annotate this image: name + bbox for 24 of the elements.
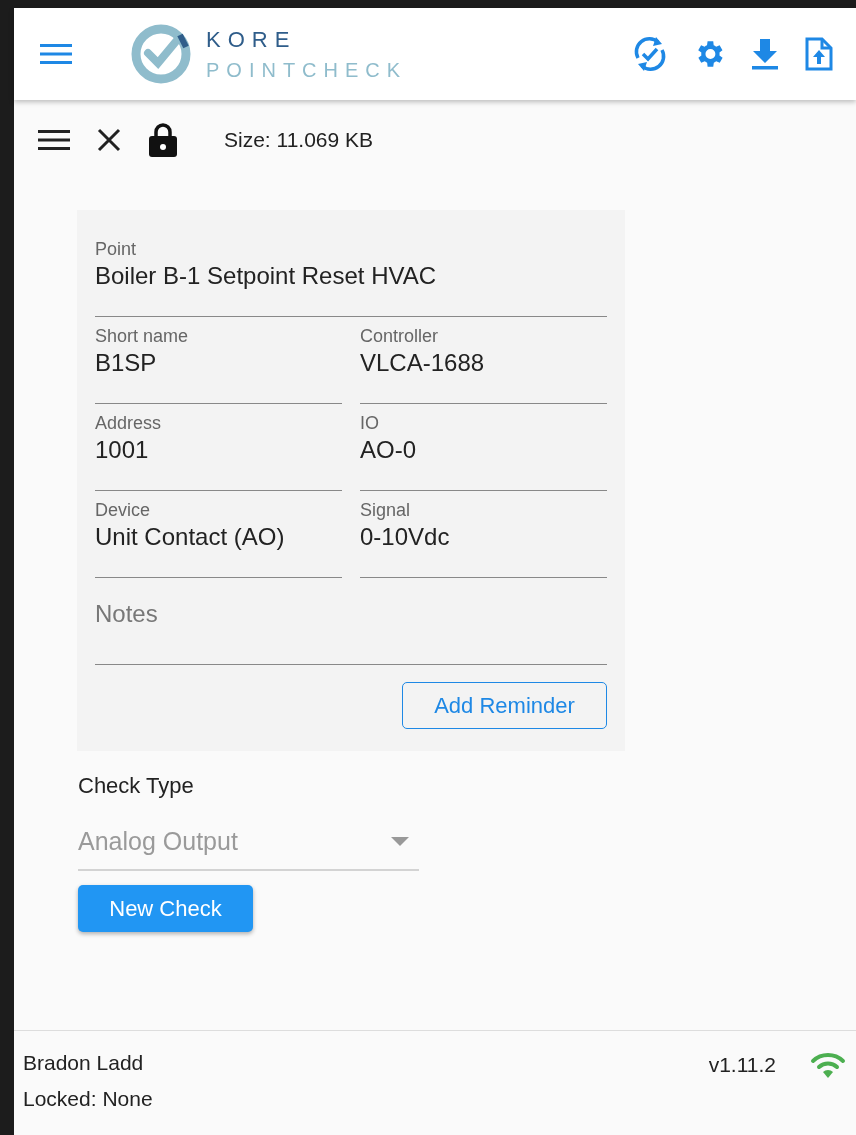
- text-field[interactable]: IO AO-0: [360, 404, 607, 491]
- logo-check-icon: [130, 23, 192, 85]
- user-name: Bradon Ladd: [23, 1051, 145, 1075]
- dropdown-caret-icon: [391, 836, 409, 846]
- file-upload-icon[interactable]: [804, 36, 834, 72]
- locked-status: Locked: None: [23, 1087, 153, 1111]
- download-icon[interactable]: [750, 37, 780, 71]
- text-field[interactable]: Short name B1SP: [95, 317, 342, 404]
- sync-check-icon[interactable]: [632, 36, 668, 72]
- text-field[interactable]: Device Unit Contact (AO): [95, 491, 342, 578]
- file-size-text: Size: 11.069 KB: [224, 128, 374, 152]
- text-field[interactable]: Address 1001: [95, 404, 342, 491]
- wifi-icon: [810, 1051, 846, 1079]
- menu-icon[interactable]: [38, 129, 70, 151]
- version-text: v1.11.2: [708, 1053, 776, 1077]
- lock-icon[interactable]: [148, 122, 178, 158]
- check-type-label: Check Type: [78, 773, 195, 799]
- close-icon[interactable]: [96, 127, 122, 153]
- text-field[interactable]: Signal 0-10Vdc: [360, 491, 607, 578]
- logo-text: KORE: [206, 26, 298, 53]
- point-field[interactable]: Point Boiler B-1 Setpoint Reset HVAC: [95, 230, 607, 317]
- notes-field[interactable]: Notes: [95, 578, 607, 665]
- logo-subtext: POINTCHECK: [206, 58, 408, 82]
- text-field[interactable]: Controller VLCA-1688: [360, 317, 607, 404]
